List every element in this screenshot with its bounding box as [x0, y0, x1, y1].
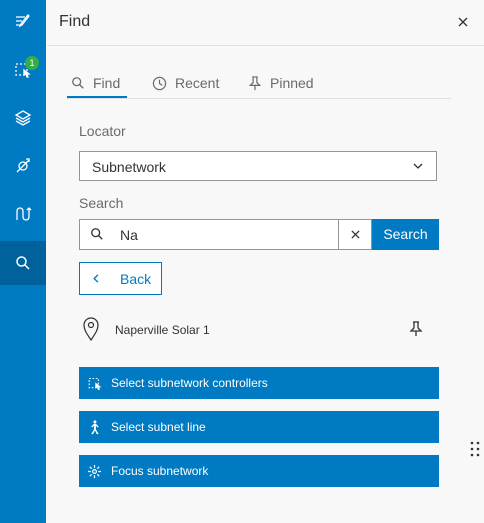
pushpin-icon[interactable] [409, 321, 423, 337]
select-subnet-line-button[interactable]: Select subnet line [79, 411, 439, 443]
search-icon [72, 77, 84, 89]
select-rectangle-icon [88, 377, 102, 390]
tab-recent[interactable]: Recent [152, 68, 219, 98]
locator-label: Locator [79, 123, 126, 139]
focus-burst-icon [87, 464, 102, 479]
chevron-left-icon [93, 274, 99, 283]
pencil-lines-icon [16, 14, 30, 28]
rail-sketch-button[interactable] [0, 0, 46, 44]
search-input[interactable] [120, 225, 330, 245]
select-subnetwork-controllers-button[interactable]: Select subnetwork controllers [79, 367, 439, 399]
rail-layers-button[interactable] [0, 96, 46, 140]
action-label: Focus subnetwork [111, 464, 209, 478]
close-button[interactable] [453, 12, 473, 32]
tab-find[interactable]: Find [71, 68, 120, 98]
panel-title: Find [59, 13, 91, 30]
result-name: Naperville Solar 1 [115, 323, 210, 337]
layers-icon [14, 110, 32, 126]
tab-pinned[interactable]: Pinned [248, 68, 314, 98]
selection-count-badge: 1 [25, 56, 39, 70]
search-label: Search [79, 195, 124, 211]
tab-label: Recent [175, 75, 220, 91]
back-label: Back [120, 271, 152, 287]
back-button[interactable]: Back [79, 262, 162, 295]
search-icon [91, 228, 103, 240]
trace-network-icon [16, 158, 30, 173]
resize-grip-icon[interactable] [470, 440, 480, 458]
tab-label: Find [93, 75, 121, 91]
search-field [79, 219, 372, 250]
action-label: Select subnet line [111, 420, 206, 434]
rail-trace-button[interactable] [0, 144, 46, 188]
search-icon [16, 256, 30, 270]
close-icon [350, 230, 360, 239]
locator-select[interactable]: Subnetwork [79, 151, 437, 181]
result-item[interactable]: Naperville Solar 1 [79, 315, 439, 345]
action-label: Select subnetwork controllers [111, 376, 268, 390]
search-button[interactable]: Search [372, 219, 439, 250]
rail-select-button[interactable]: 1 [0, 48, 46, 92]
clock-icon [152, 76, 167, 90]
focus-subnetwork-button[interactable]: Focus subnetwork [79, 455, 439, 487]
tabs-divider [67, 98, 451, 99]
header-divider [47, 45, 484, 46]
walking-person-icon [91, 420, 99, 435]
locator-selected-value: Subnetwork [92, 159, 166, 175]
clear-search-button[interactable] [338, 220, 371, 249]
chevron-down-icon [413, 163, 423, 169]
rail-subnetwork-button[interactable] [0, 192, 46, 236]
subnetwork-path-icon [16, 207, 32, 221]
tool-rail: 1 [0, 0, 46, 523]
find-panel: Find Find Recent Pinned Locator Subnetwo… [47, 0, 484, 523]
rail-find-button[interactable] [0, 241, 46, 285]
pushpin-icon [248, 75, 262, 90]
close-icon [458, 17, 468, 27]
tab-label: Pinned [270, 75, 314, 91]
map-pin-icon [83, 317, 99, 341]
